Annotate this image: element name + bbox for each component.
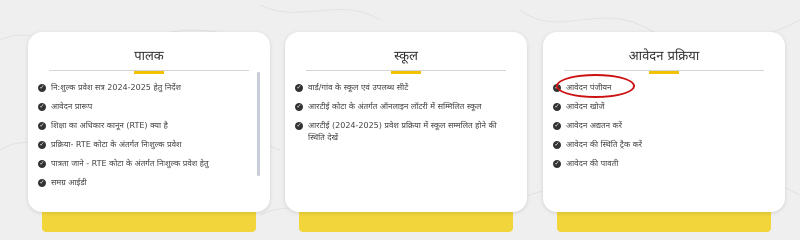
check-circle-icon: ✓: [38, 141, 46, 149]
list-item[interactable]: ✓ आवेदन खोजें: [553, 101, 773, 113]
list-item-label[interactable]: आवेदन प्रारूप: [51, 101, 92, 113]
list-item-label[interactable]: नि:शुल्क प्रवेश सत्र 2024-2025 हेतु निर्…: [51, 82, 181, 94]
application-process-card-title: आवेदन प्रक्रिया: [628, 49, 700, 64]
list-item-label[interactable]: शिक्षा का अधिकार कानून (RTE) क्या है: [51, 120, 168, 132]
list-item[interactable]: ✓ पात्रता जाने - RTE कोटा के अंतर्गत निःश…: [38, 158, 258, 170]
check-circle-icon: ✓: [553, 141, 561, 149]
application-process-card: आवेदन प्रक्रिया ✓ आवेदन पंजीयन ✓ आवेदन खोज…: [543, 32, 785, 232]
school-card: स्कूल ✓ वार्ड/गांव के स्कूल एवं उपलब्ध सी…: [285, 32, 527, 232]
list-item[interactable]: ✓ प्रक्रिया- RTE कोटा के अंतर्गत निःशुल्क…: [38, 139, 258, 151]
list-item-label[interactable]: आवेदन खोजें: [566, 101, 604, 113]
check-circle-icon: ✓: [38, 179, 46, 187]
list-item-label[interactable]: प्रक्रिया- RTE कोटा के अंतर्गत निःशुल्क …: [51, 139, 182, 151]
check-circle-icon: ✓: [295, 84, 303, 92]
check-circle-icon: ✓: [38, 122, 46, 130]
check-circle-icon: ✓: [38, 103, 46, 111]
list-item[interactable]: ✓ आवेदन अद्यतन करें: [553, 120, 773, 132]
school-links-list: ✓ वार्ड/गांव के स्कूल एवं उपलब्ध सीटें ✓ आ…: [285, 82, 527, 144]
check-circle-icon: ✓: [553, 122, 561, 130]
check-circle-icon: ✓: [38, 160, 46, 168]
list-item[interactable]: ✓ नि:शुल्क प्रवेश सत्र 2024-2025 हेतु निर…: [38, 82, 258, 94]
title-accent-bar: [134, 71, 164, 74]
list-item-label[interactable]: आवेदन की पावती: [566, 158, 618, 170]
school-card-title: स्कूल: [394, 49, 418, 64]
list-item-label[interactable]: आवेदन अद्यतन करें: [566, 120, 622, 132]
guardian-links-list: ✓ नि:शुल्क प्रवेश सत्र 2024-2025 हेतु निर…: [28, 82, 270, 189]
list-item[interactable]: ✓ समग्र आईडी: [38, 177, 258, 189]
scrollbar[interactable]: [257, 72, 260, 176]
list-item-label[interactable]: आरटीई कोटा के अंतर्गत ऑनलाइन लॉटरी में स…: [308, 101, 482, 113]
list-item[interactable]: ✓ आरटीई (2024-2025) प्रवेश प्रक्रिया में …: [295, 120, 515, 144]
check-circle-icon: ✓: [295, 122, 303, 130]
guardian-card-title: पालक: [134, 49, 164, 64]
check-circle-icon: ✓: [38, 84, 46, 92]
list-item-label[interactable]: वार्ड/गांव के स्कूल एवं उपलब्ध सीटें: [308, 82, 408, 94]
guardian-card: पालक ✓ नि:शुल्क प्रवेश सत्र 2024-2025 हेत…: [28, 32, 270, 232]
list-item[interactable]: ✓ आवेदन की पावती: [553, 158, 773, 170]
list-item[interactable]: ✓ आवेदन की स्थिति ट्रैक करें: [553, 139, 773, 151]
guardian-card-body: पालक ✓ नि:शुल्क प्रवेश सत्र 2024-2025 हेत…: [28, 32, 270, 212]
list-item[interactable]: ✓ आरटीई कोटा के अंतर्गत ऑनलाइन लॉटरी में …: [295, 101, 515, 113]
list-item[interactable]: ✓ आवेदन प्रारूप: [38, 101, 258, 113]
list-item-label[interactable]: आवेदन की स्थिति ट्रैक करें: [566, 139, 642, 151]
list-item-label[interactable]: समग्र आईडी: [51, 177, 87, 189]
school-card-body: स्कूल ✓ वार्ड/गांव के स्कूल एवं उपलब्ध सी…: [285, 32, 527, 212]
list-item[interactable]: ✓ शिक्षा का अधिकार कानून (RTE) क्या है: [38, 120, 258, 132]
list-item-label[interactable]: पात्रता जाने - RTE कोटा के अंतर्गत निःशु…: [51, 158, 209, 170]
list-item[interactable]: ✓ वार्ड/गांव के स्कूल एवं उपलब्ध सीटें: [295, 82, 515, 94]
check-circle-icon: ✓: [295, 103, 303, 111]
application-links-list: ✓ आवेदन पंजीयन ✓ आवेदन खोजें ✓ आवेदन अद्यतन…: [543, 74, 785, 170]
application-process-card-body: आवेदन प्रक्रिया ✓ आवेदन पंजीयन ✓ आवेदन खोज…: [543, 32, 785, 212]
title-accent-bar: [649, 71, 679, 74]
list-item-label[interactable]: आरटीई (2024-2025) प्रवेश प्रक्रिया में स…: [308, 120, 515, 144]
list-item[interactable]: ✓ आवेदन पंजीयन: [553, 74, 773, 98]
red-circle-highlight: [556, 74, 635, 98]
check-circle-icon: ✓: [553, 160, 561, 168]
title-accent-bar: [391, 71, 421, 74]
check-circle-icon: ✓: [553, 103, 561, 111]
